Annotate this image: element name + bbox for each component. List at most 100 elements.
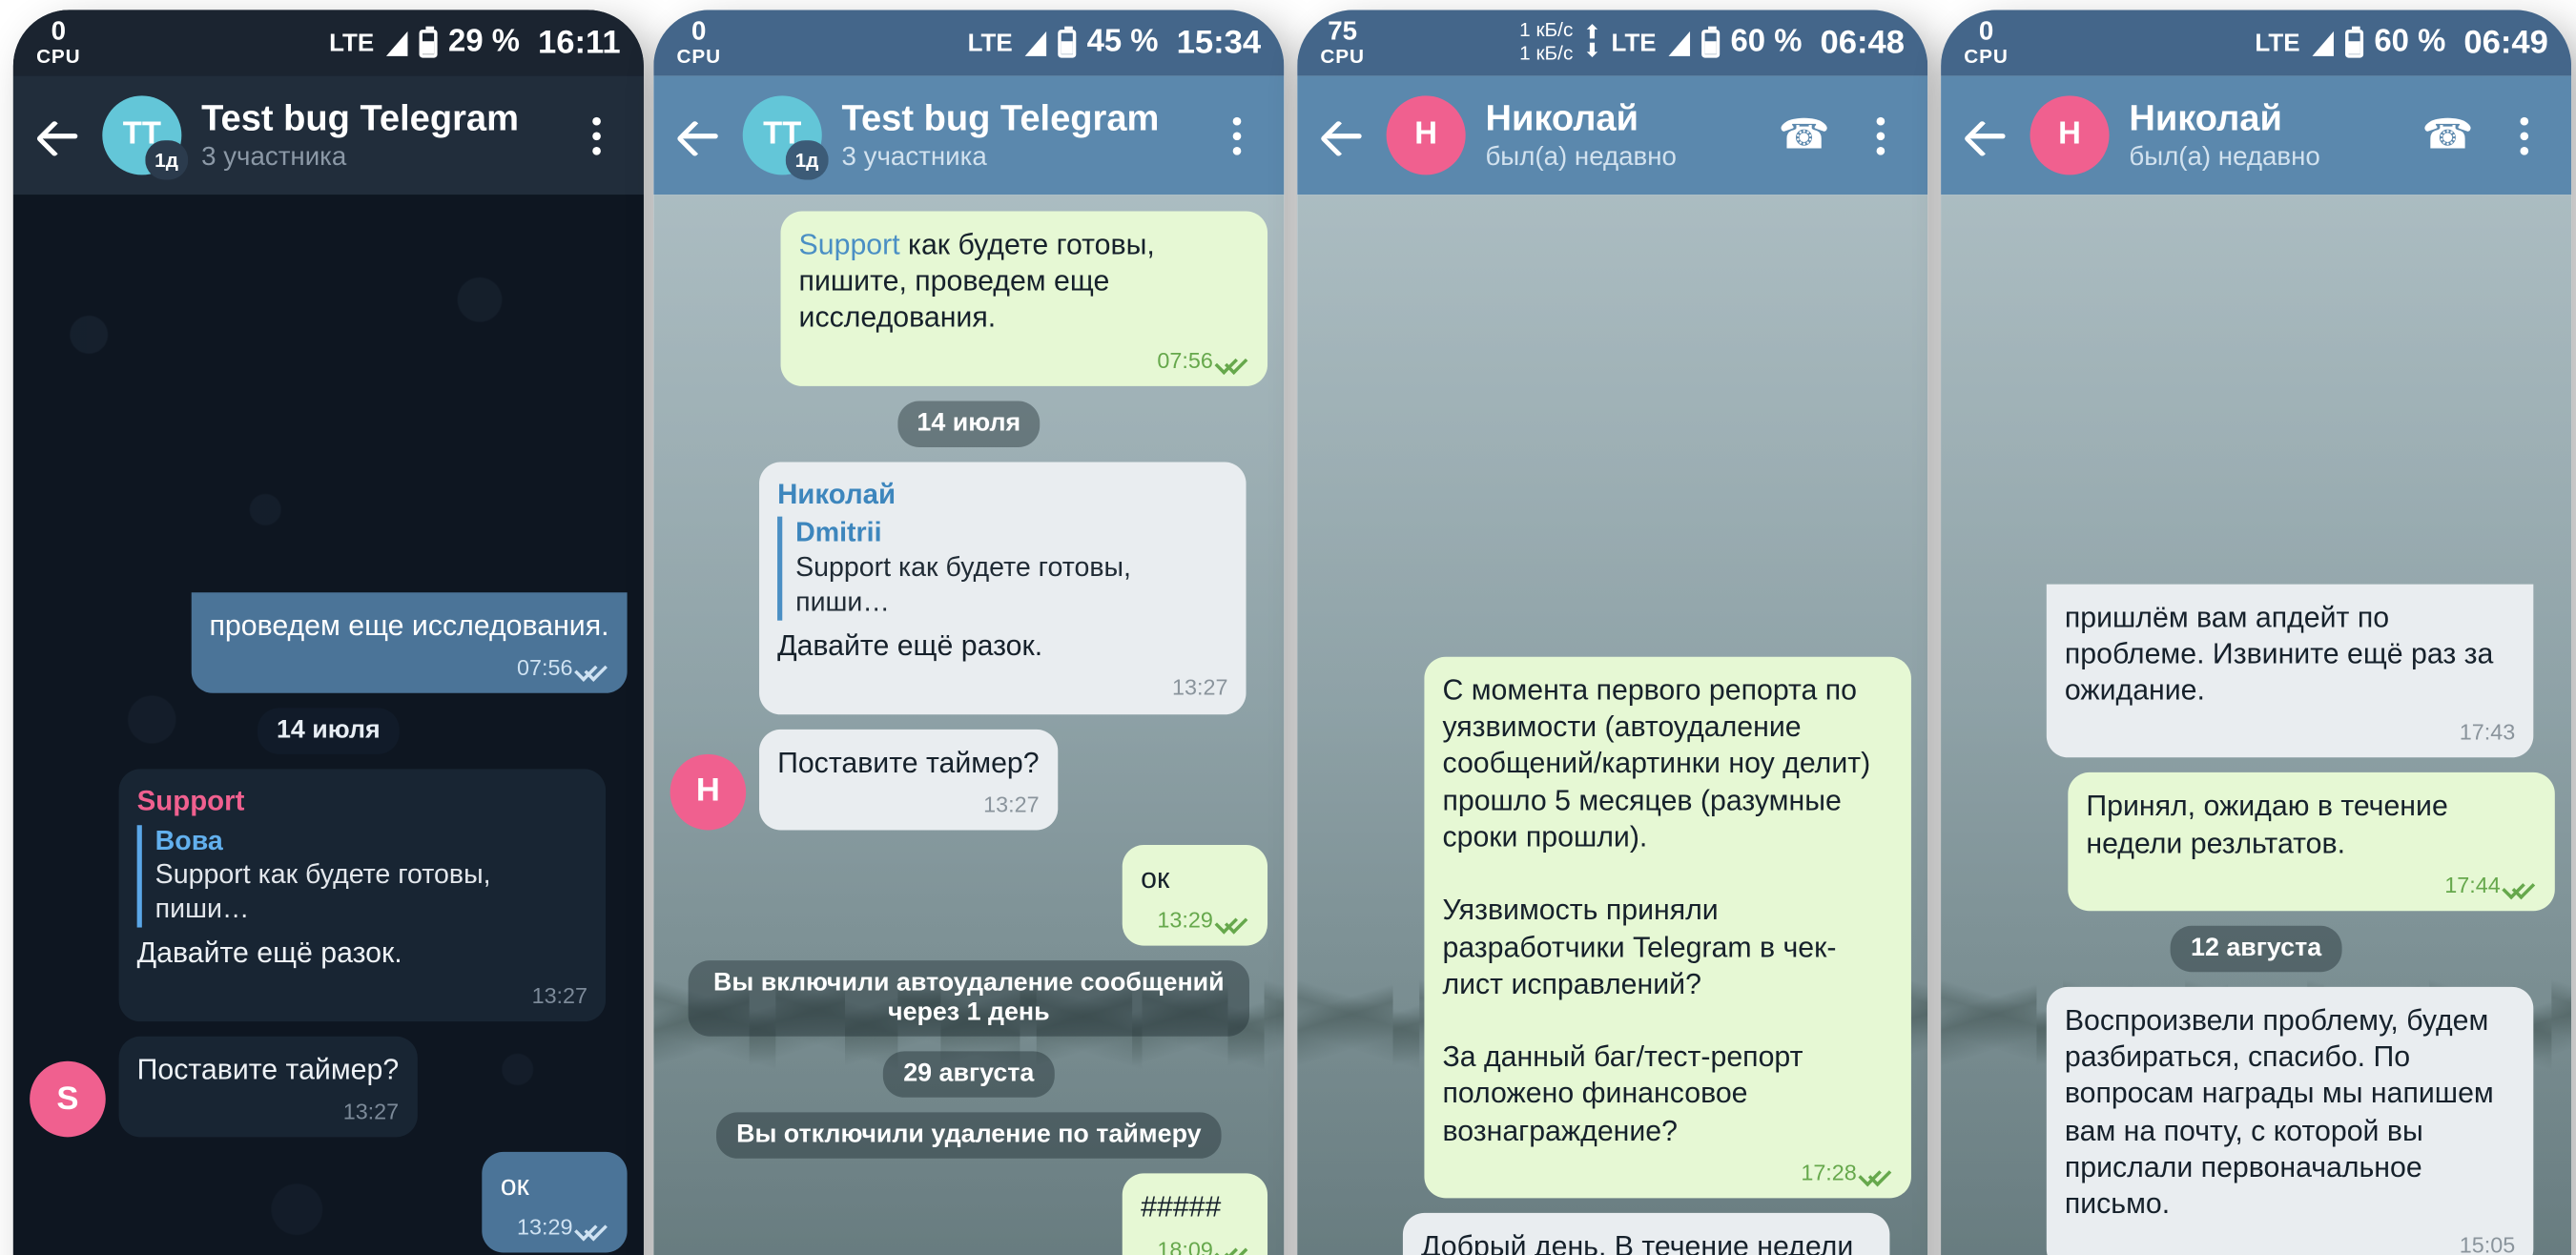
message-bubble[interactable]: ок 13:29 xyxy=(482,1152,628,1254)
message-sender-name: Support xyxy=(136,785,245,817)
message-bubble[interactable]: С момента первого репорта по уязвимости … xyxy=(1424,656,1911,1199)
lte-label: LTE xyxy=(2255,29,2300,57)
message-meta: 13:29 xyxy=(1157,906,1249,935)
call-button[interactable]: ☎ xyxy=(2420,102,2476,168)
message-bubble[interactable]: Принял, ожидаю в течение недели резльтат… xyxy=(2068,772,2555,912)
kebab-menu-icon xyxy=(591,116,601,154)
kebab-menu-icon xyxy=(1875,116,1885,154)
lte-label: LTE xyxy=(1611,29,1657,57)
chat-messages-area[interactable]: С момента первого репорта по уязвимости … xyxy=(1297,195,1928,1255)
message-bubble[interactable]: Воспроизвели проблему, будем разбираться… xyxy=(2046,986,2534,1255)
message-meta: 07:56 xyxy=(1157,346,1249,375)
phone-panel-1: 0 CPU LTE 29 % 16:11 ТТ 1д Test bug Telegram 3 у… xyxy=(12,10,644,1255)
quoted-text: Support как будете готовы, пиши… xyxy=(795,553,1131,618)
message-avatar[interactable]: S xyxy=(30,1060,106,1138)
screenshot-stage: 0 CPU LTE 29 % 16:11 ТТ 1д Test bug Telegram 3 у… xyxy=(0,0,2576,1255)
chat-title-block[interactable]: Test bug Telegram 3 участника xyxy=(201,97,547,174)
message-time: 13:29 xyxy=(1157,908,1213,934)
message-text: ##### xyxy=(1141,1190,1222,1224)
back-button[interactable] xyxy=(1317,111,1367,160)
chat-subtitle: 3 участника xyxy=(841,143,987,172)
status-bar: 75 CPU 1 кБ/с 1 кБ/с ⬆ ⬇ LTE 60 % 06:48 xyxy=(1297,10,1928,76)
message-bubble[interactable]: Поставите таймер? 13:27 xyxy=(759,729,1058,831)
phone-panel-4: 0 CPU LTE 60 % 06:49 Н Николай был(а) недавно ☎ п… xyxy=(1941,10,2572,1255)
clock: 15:34 xyxy=(1176,24,1262,61)
back-button[interactable] xyxy=(673,111,723,160)
chat-message-list: С момента первого репорта по уязвимости … xyxy=(1313,212,1911,1255)
message-avatar[interactable]: Н xyxy=(670,753,747,831)
chat-avatar[interactable]: Н xyxy=(2030,95,2110,175)
message-row: Николай Dmitrii Support как будете готовы,… xyxy=(670,462,1267,714)
more-options-button[interactable] xyxy=(1852,102,1908,168)
message-time: 17:44 xyxy=(2444,873,2501,898)
service-message: 29 августа xyxy=(883,1051,1055,1099)
more-options-button[interactable] xyxy=(2496,102,2552,168)
message-time: 13:27 xyxy=(342,1099,400,1124)
auto-delete-timer-badge: 1д xyxy=(785,140,829,180)
quoted-message[interactable]: Dmitrii Support как будете готовы, пиши… xyxy=(777,517,1227,622)
chat-title-block[interactable]: Test bug Telegram 3 участника xyxy=(842,97,1188,174)
message-text: Принял, ожидаю в течение недели резльтат… xyxy=(2086,789,2457,859)
message-text: Поставите таймер? xyxy=(136,1052,400,1086)
message-row: проведем еще исследования. 07:56 xyxy=(30,591,628,693)
message-bubble[interactable]: Добрый день. В течение недели мы пришлём… xyxy=(1402,1212,1890,1255)
cpu-indicator: 0 CPU xyxy=(1964,19,2008,66)
chat-title-block[interactable]: Николай был(а) недавно xyxy=(1485,97,1756,174)
signal-strength-icon xyxy=(2311,31,2334,55)
message-time: 18:09 xyxy=(1157,1237,1213,1255)
message-bubble[interactable]: ок 13:29 xyxy=(1123,844,1268,947)
cpu-value: 75 xyxy=(1328,18,1358,47)
back-button[interactable] xyxy=(1961,111,2010,160)
flex-spacer xyxy=(1957,212,2554,569)
more-options-button[interactable] xyxy=(567,102,624,168)
call-button[interactable]: ☎ xyxy=(1776,102,1832,168)
message-time: 13:27 xyxy=(1172,675,1228,701)
message-meta: 13:27 xyxy=(343,1098,399,1126)
message-meta: 13:27 xyxy=(532,981,587,1010)
message-time: 07:56 xyxy=(516,654,573,680)
message-text: пришлём вам апдейт по проблеме. Извините… xyxy=(2064,600,2502,707)
kebab-menu-icon xyxy=(2519,116,2528,154)
message-text: ок xyxy=(1141,861,1170,895)
quoted-message[interactable]: Вова Support как будете готовы, пиши… xyxy=(136,824,587,929)
chat-messages-area[interactable]: пришлём вам апдейт по проблеме. Извините… xyxy=(1941,195,2572,1255)
message-bubble[interactable]: пришлём вам апдейт по проблеме. Извините… xyxy=(2046,583,2534,758)
read-receipt-icon xyxy=(1864,1163,1893,1182)
chat-message-list: пришлём вам апдейт по проблеме. Извините… xyxy=(1957,212,2555,1255)
message-time: 13:27 xyxy=(983,792,1040,817)
service-message: Вы включили автоудаление сообщений через… xyxy=(688,960,1249,1038)
chat-avatar[interactable]: ТТ 1д xyxy=(102,95,189,180)
battery-percent: 45 % xyxy=(1086,24,1159,60)
message-bubble[interactable]: Support Вова Support как будете готовы, пи… xyxy=(118,769,607,1021)
avatar-initials: Н xyxy=(2058,116,2081,153)
service-message: Вы отключили удаление по таймеру xyxy=(716,1112,1222,1160)
message-row: пришлём вам апдейт по проблеме. Извините… xyxy=(1957,583,2554,758)
back-button[interactable] xyxy=(33,111,83,160)
chat-title: Test bug Telegram xyxy=(201,97,519,139)
chat-avatar[interactable]: ТТ 1д xyxy=(742,95,829,180)
chat-title-block[interactable]: Николай был(а) недавно xyxy=(2129,97,2400,174)
more-options-button[interactable] xyxy=(1208,102,1265,168)
message-text: Support как будете готовы, пишите, прове… xyxy=(799,226,1249,336)
chat-avatar[interactable]: Н xyxy=(1386,95,1466,175)
chat-messages-area[interactable]: проведем еще исследования. 07:56 14 июля Su… xyxy=(12,195,644,1255)
chat-title: Николай xyxy=(2129,97,2282,139)
chat-messages-area[interactable]: Support как будете готовы, пишите, прове… xyxy=(653,195,1285,1255)
message-bubble[interactable]: ##### 18:09 xyxy=(1123,1173,1268,1255)
clock: 16:11 xyxy=(538,24,621,61)
battery-icon xyxy=(418,25,437,57)
message-time: 07:56 xyxy=(1157,347,1213,373)
message-bubble[interactable]: Николай Dmitrii Support как будете готовы,… xyxy=(759,462,1247,714)
cpu-indicator: 0 CPU xyxy=(677,19,721,66)
chat-message-list: проведем еще исследования. 07:56 14 июля Su… xyxy=(30,212,628,1255)
message-row: Н Поставите таймер? 13:27 xyxy=(670,729,1267,831)
message-bubble[interactable]: Поставите таймер? 13:27 xyxy=(118,1036,418,1138)
read-receipt-icon xyxy=(2507,876,2537,895)
message-row: Принял, ожидаю в течение недели резльтат… xyxy=(1957,772,2555,912)
message-meta: 17:44 xyxy=(2444,871,2537,899)
message-bubble[interactable]: Support как будете готовы, пишите, прове… xyxy=(780,211,1268,386)
service-message: 12 августа xyxy=(2171,925,2341,973)
chat-subtitle: 3 участника xyxy=(201,143,347,172)
message-bubble[interactable]: проведем еще исследования. 07:56 xyxy=(191,591,628,693)
mention-link[interactable]: Support xyxy=(799,228,900,261)
